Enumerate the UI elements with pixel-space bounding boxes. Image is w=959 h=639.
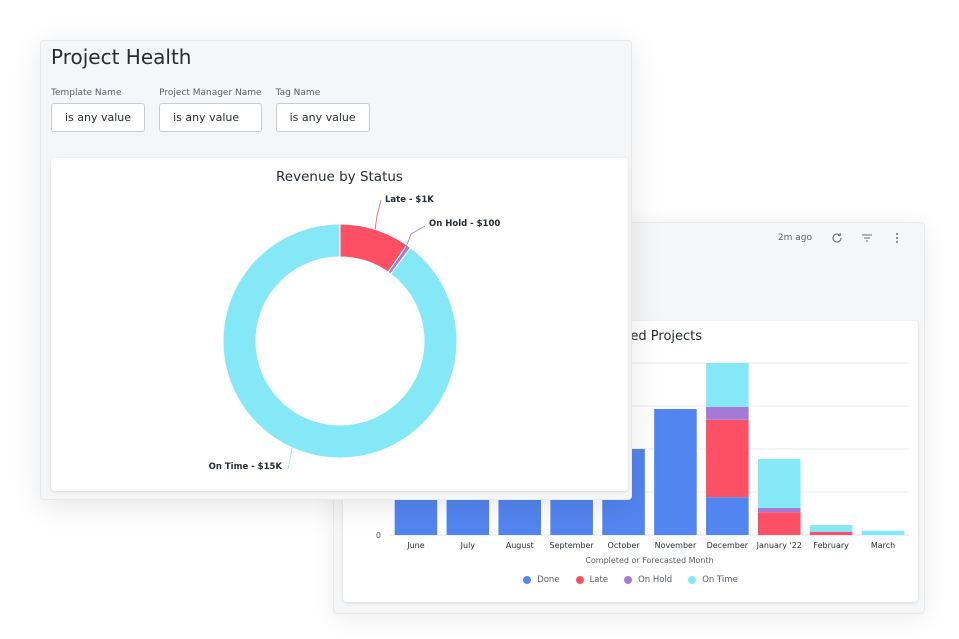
legend-item-on-hold[interactable]: On Hold: [624, 575, 672, 585]
x-tick-label: January '22: [756, 541, 802, 550]
legend-swatch-icon: [523, 576, 532, 584]
filter-tag-name: Tag Name is any value: [275, 88, 370, 132]
bar-july-done[interactable]: [446, 497, 490, 535]
bar-december-done[interactable]: [706, 497, 749, 535]
x-tick-label: December: [707, 541, 749, 550]
bar-march-on-time[interactable]: [861, 530, 905, 535]
legend-label: Done: [537, 575, 560, 585]
donut-chart-card: Revenue by Status Late - $1K On Hold - $1…: [51, 158, 628, 491]
last-updated-text: 2m ago: [777, 233, 812, 243]
x-tick-label: September: [550, 541, 595, 550]
x-tick-label: July: [460, 541, 476, 550]
legend-label: On Hold: [638, 575, 673, 585]
bar-november-done[interactable]: [654, 409, 697, 535]
bar-february-on-time[interactable]: [809, 525, 853, 532]
filter-label: Template Name: [51, 88, 122, 98]
bar-september-done[interactable]: [550, 497, 593, 535]
bar-february-late[interactable]: [809, 531, 853, 535]
legend-swatch-icon: [624, 576, 633, 584]
bar-december-on-time[interactable]: [706, 363, 749, 407]
x-axis-title: Completed or Forecasted Month: [585, 556, 713, 565]
leader-line-late: [374, 199, 382, 231]
page-title: Project Health: [51, 45, 192, 69]
filter-icon[interactable]: [852, 230, 882, 246]
filter-label: Project Manager Name: [159, 88, 262, 98]
legend-label: On Time: [702, 575, 738, 585]
bar-august-done[interactable]: [498, 497, 542, 535]
tile-toolbar: 2m ago: [778, 230, 912, 246]
donut-label-on-time: On Time - $15K: [209, 462, 283, 472]
tag-name-filter-input[interactable]: is any value: [275, 103, 370, 132]
bar-june-done[interactable]: [394, 497, 438, 535]
filter-project-manager-name: Project Manager Name is any value: [159, 88, 262, 132]
x-tick-label: June: [406, 541, 425, 550]
donut-label-on-hold: On Hold - $100: [429, 219, 500, 229]
filter-bar: Template Name is any value Project Manag…: [51, 88, 370, 132]
bar-december-on-hold[interactable]: [706, 406, 749, 420]
legend-item-late[interactable]: Late: [575, 575, 609, 585]
bar-december-late[interactable]: [706, 419, 749, 498]
x-tick-label: August: [506, 541, 534, 550]
y-tick-label: 0: [376, 531, 381, 540]
x-tick-label: February: [813, 541, 849, 550]
x-tick-label: October: [608, 541, 641, 550]
x-tick-label: March: [871, 541, 895, 550]
revenue-donut-chart: Late - $1K On Hold - $100 On Time - $15K: [209, 195, 501, 472]
template-name-filter-input[interactable]: is any value: [51, 103, 146, 132]
legend-item-done[interactable]: Done: [523, 575, 560, 585]
bar-january-22-late[interactable]: [757, 512, 801, 535]
legend-item-on-time[interactable]: On Time: [688, 575, 738, 585]
filter-label: Tag Name: [275, 88, 321, 98]
bar-january-22-on-hold[interactable]: [757, 507, 801, 513]
project-manager-filter-input[interactable]: is any value: [159, 103, 262, 132]
donut-label-late: Late - $1K: [385, 195, 434, 205]
legend-swatch-icon: [688, 576, 697, 584]
x-tick-label: November: [655, 541, 697, 550]
bar-chart-legend: Done Late On Hold On Time: [343, 575, 918, 585]
more-vertical-icon[interactable]: [882, 230, 912, 246]
refresh-icon[interactable]: [822, 230, 852, 246]
bar-january-22-on-time[interactable]: [757, 458, 801, 508]
donut-slice-on-time[interactable]: [222, 223, 458, 459]
legend-label: Late: [589, 575, 609, 585]
legend-swatch-icon: [575, 576, 584, 584]
filter-template-name: Template Name is any value: [51, 88, 146, 132]
dashboard-project-health: Project Health Template Name is any valu…: [40, 40, 632, 500]
